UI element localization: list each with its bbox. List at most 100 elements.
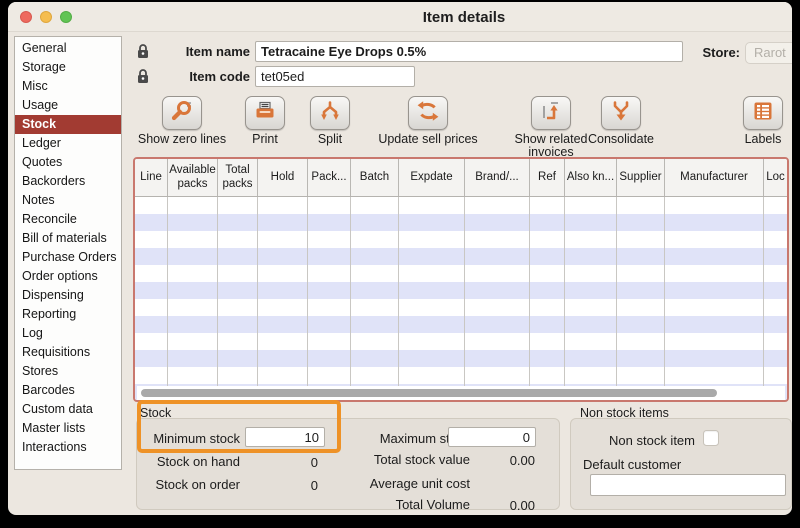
table-row[interactable] [135,333,787,350]
labels-button[interactable] [743,96,783,130]
table-row[interactable] [135,197,787,214]
non-stock-item-checkbox[interactable] [703,430,719,446]
item-code-label: Item code [170,70,250,84]
sidebar-item-reconcile[interactable]: Reconcile [15,210,121,229]
table-cell [617,299,665,316]
table-cell [617,197,665,214]
minimize-button[interactable] [40,11,52,23]
column-header-hold[interactable]: Hold [258,159,308,196]
zoom-button[interactable] [60,11,72,23]
sidebar-item-quotes[interactable]: Quotes [15,153,121,172]
column-header-manufacturer[interactable]: Manufacturer [665,159,764,196]
split-button[interactable] [310,96,350,130]
sidebar-item-usage[interactable]: Usage [15,96,121,115]
show-related-invoices-button[interactable] [531,96,571,130]
table-cell [465,197,530,214]
table-row[interactable] [135,248,787,265]
table-cell [465,265,530,282]
table-row[interactable] [135,367,787,384]
table-header: Line Available packs Total packs Hold Pa… [135,159,787,197]
table-cell [617,231,665,248]
lock-item-name-icon[interactable] [136,43,150,59]
sidebar-item-reporting[interactable]: Reporting [15,305,121,324]
table-row[interactable] [135,265,787,282]
sidebar-item-purchase-orders[interactable]: Purchase Orders [15,248,121,267]
store-select[interactable]: Rarot [745,42,792,64]
sidebar-item-bill-of-materials[interactable]: Bill of materials [15,229,121,248]
column-header-line[interactable]: Line [135,159,168,196]
column-header-brand[interactable]: Brand/... [465,159,530,196]
item-code-input[interactable] [255,66,415,87]
horizontal-scrollbar[interactable] [137,386,785,400]
column-header-location[interactable]: Loc [764,159,787,196]
column-header-ref[interactable]: Ref [530,159,565,196]
close-button[interactable] [20,11,32,23]
table-cell [399,197,465,214]
table-cell [465,333,530,350]
sidebar-item-stores[interactable]: Stores [15,362,121,381]
table-cell [764,367,787,384]
column-header-available-packs[interactable]: Available packs [168,159,218,196]
consolidate-button[interactable] [601,96,641,130]
column-header-pack[interactable]: Pack... [308,159,351,196]
sidebar-item-order-options[interactable]: Order options [15,267,121,286]
default-customer-input[interactable] [590,474,786,496]
minimum-stock-input[interactable] [245,427,325,447]
labels-label: Labels [745,133,782,146]
default-customer-label: Default customer [583,458,681,472]
table-cell [351,367,399,384]
lock-item-code-icon[interactable] [136,68,150,84]
sidebar-item-backorders[interactable]: Backorders [15,172,121,191]
sidebar-item-misc[interactable]: Misc [15,77,121,96]
merge-arrows-icon [608,100,634,127]
sidebar-item-log[interactable]: Log [15,324,121,343]
sidebar-item-stock[interactable]: Stock [15,115,121,134]
table-row[interactable] [135,282,787,299]
sidebar-item-master-lists[interactable]: Master lists [15,419,121,438]
column-header-total-packs[interactable]: Total packs [218,159,258,196]
table-cell [135,350,168,367]
column-header-expdate[interactable]: Expdate [399,159,465,196]
column-header-batch[interactable]: Batch [351,159,399,196]
table-row[interactable] [135,214,787,231]
sidebar-item-ledger[interactable]: Ledger [15,134,121,153]
item-name-input[interactable] [255,41,683,62]
table-cell [135,282,168,299]
table-row[interactable] [135,316,787,333]
printer-icon [252,100,278,127]
column-header-also-known[interactable]: Also kn... [565,159,617,196]
print-button[interactable] [245,96,285,130]
column-header-supplier[interactable]: Supplier [617,159,665,196]
table-cell [530,197,565,214]
table-cell [764,299,787,316]
table-cell [465,231,530,248]
table-row[interactable] [135,299,787,316]
update-sell-prices-button[interactable] [408,96,448,130]
sidebar-item-storage[interactable]: Storage [15,58,121,77]
sidebar-item-general[interactable]: General [15,39,121,58]
sidebar-item-notes[interactable]: Notes [15,191,121,210]
sidebar-item-custom-data[interactable]: Custom data [15,400,121,419]
consolidate-label: Consolidate [588,133,654,146]
table-cell [218,316,258,333]
show-zero-lines-button[interactable] [162,96,202,130]
sidebar-item-interactions[interactable]: Interactions [15,438,121,457]
table-row[interactable] [135,350,787,367]
maximum-stock-input[interactable] [448,427,536,447]
table-row[interactable] [135,231,787,248]
table-cell [399,214,465,231]
table-cell [764,248,787,265]
table-cell [465,299,530,316]
sidebar-item-dispensing[interactable]: Dispensing [15,286,121,305]
sidebar-item-requisitions[interactable]: Requisitions [15,343,121,362]
table-cell [764,333,787,350]
stock-on-order-label: Stock on order [138,478,240,492]
table-cell [308,316,351,333]
table-cell [617,367,665,384]
table-cell [565,316,617,333]
table-cell [399,316,465,333]
table-cell [258,265,308,282]
table-cell [399,367,465,384]
scrollbar-thumb[interactable] [141,389,717,397]
sidebar-item-barcodes[interactable]: Barcodes [15,381,121,400]
